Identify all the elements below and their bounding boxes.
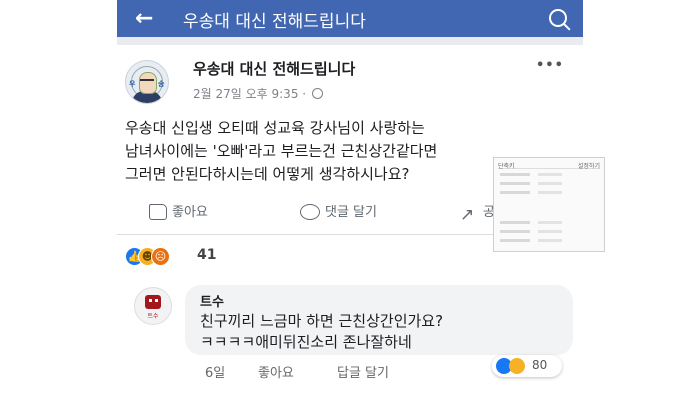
- haha-reaction-icon: [509, 358, 525, 374]
- post-time[interactable]: 2월 27일 오후 9:35: [193, 87, 298, 101]
- avatar-mark-left: 우: [129, 80, 136, 88]
- section-gap: [117, 37, 583, 45]
- avatar-eye-left: [149, 299, 152, 302]
- avatar-label: 트수: [147, 313, 159, 320]
- post-author[interactable]: 우송대 대신 전해드립니다: [193, 58, 355, 79]
- comment-button[interactable]: 댓글 달기: [300, 201, 377, 220]
- avatar-eye-right: [155, 299, 158, 302]
- popup-header-right[interactable]: 설정하기: [578, 161, 600, 170]
- page-avatar[interactable]: 우 송: [125, 60, 169, 104]
- comment-reactions[interactable]: 80: [492, 355, 562, 377]
- thumbs-up-icon: [149, 204, 167, 220]
- reaction-count: 41: [197, 247, 217, 263]
- comment-reply-button[interactable]: 답글 달기: [337, 362, 389, 381]
- popup-header-left: 단축키: [498, 163, 515, 170]
- comment-label: 댓글 달기: [325, 205, 377, 220]
- popup-row: [500, 220, 598, 226]
- search-icon[interactable]: [549, 9, 567, 27]
- comment-reaction-count: 80: [532, 358, 548, 372]
- popup-header: 단축키 설정하기: [498, 161, 600, 170]
- like-label: 좋아요: [172, 205, 208, 220]
- popup-row: [500, 181, 598, 187]
- like-button[interactable]: 좋아요: [149, 201, 208, 220]
- shortcut-popup: 단축키 설정하기: [493, 157, 605, 252]
- popup-row: [500, 172, 598, 178]
- comment-author[interactable]: 트수: [200, 291, 224, 310]
- avatar-mark-right: 송: [158, 80, 165, 88]
- comment-bubble: 트수 친구끼리 느금마 하면 근친상간인가요? ㅋㅋㅋㅋ애미뒤진소리 존나잘하네: [185, 285, 573, 355]
- globe-icon: [311, 88, 323, 99]
- avatar-monster: [145, 295, 161, 309]
- back-arrow-icon[interactable]: ←: [135, 6, 153, 31]
- popup-row: [500, 229, 598, 235]
- more-options-icon[interactable]: •••: [536, 58, 564, 73]
- comment-like-button[interactable]: 좋아요: [258, 362, 294, 381]
- avatar-glasses: [140, 79, 154, 84]
- post-meta: 2월 27일 오후 9:35 ·: [193, 85, 323, 102]
- comment-text: 친구끼리 느금마 하면 근친상간인가요? ㅋㅋㅋㅋ애미뒤진소리 존나잘하네: [200, 312, 444, 351]
- popup-row: [500, 190, 598, 196]
- share-arrow-icon: ↗: [460, 205, 475, 225]
- commenter-avatar[interactable]: 트수: [134, 287, 172, 325]
- top-app-bar: ← 우송대 대신 전해드립니다: [117, 0, 583, 37]
- comment-time[interactable]: 6일: [205, 362, 225, 381]
- popup-row: [500, 238, 598, 244]
- page-title: 우송대 대신 전해드립니다: [183, 12, 366, 32]
- comment-bubble-icon: [300, 204, 320, 220]
- angry-reaction-icon: ☹: [151, 247, 170, 266]
